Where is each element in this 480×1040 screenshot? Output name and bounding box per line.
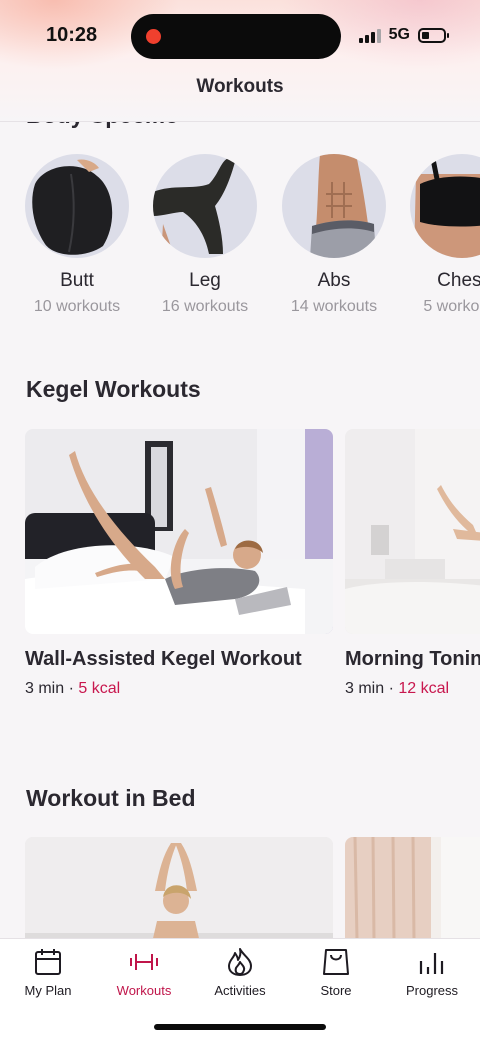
tab-workouts[interactable]: Workouts (96, 947, 192, 998)
status-indicators: 5G (358, 26, 449, 44)
body-count: 10 workouts (33, 298, 121, 315)
workout-title: Wall-Assisted Kegel Workout (25, 648, 302, 670)
body-name: Abs (317, 270, 351, 291)
leg-image (153, 154, 257, 258)
cellular-signal-icon (358, 28, 381, 43)
network-type: 5G (388, 26, 410, 43)
bed-section-title: Workout in Bed (26, 785, 196, 811)
bar-chart-icon (419, 953, 444, 974)
workout-card-wall-assisted-kegel[interactable]: Wall-Assisted Kegel Workout 3 min · 5 kc… (25, 429, 333, 698)
flame-icon (228, 948, 252, 976)
workout-duration: 3 min (345, 680, 385, 697)
workouts-scroll-content[interactable]: Body Specific Butt 10 workouts (0, 0, 480, 1040)
workout-duration: 3 min (25, 680, 65, 697)
status-time: 10:28 (46, 24, 98, 46)
tab-progress[interactable]: Progress (384, 947, 480, 998)
workout-thumbnail (25, 429, 333, 634)
top-header: 10:28 5G Workouts (0, 0, 480, 122)
tab-store[interactable]: Store (288, 947, 384, 998)
chest-image (410, 154, 480, 258)
workout-card-morning-toning[interactable]: Morning Toning 3 min · 12 kcal (345, 429, 480, 698)
body-count: 5 workouts (423, 298, 480, 315)
body-name: Leg (189, 270, 221, 291)
body-name: Chest (437, 270, 480, 291)
body-specific-carousel[interactable]: Butt 10 workouts Leg 16 workouts Abs 14 … (0, 154, 480, 324)
body-card-chest[interactable]: Chest 5 workouts (410, 154, 480, 316)
body-card-leg[interactable]: Leg 16 workouts (153, 154, 257, 316)
body-count: 14 workouts (290, 298, 378, 315)
meta-separator: · (64, 680, 79, 697)
butt-image (25, 154, 129, 258)
workout-meta: 3 min · 5 kcal (25, 680, 333, 698)
recording-indicator-icon (146, 29, 161, 44)
workout-thumbnail (345, 429, 480, 634)
kegel-section-title: Kegel Workouts (26, 376, 201, 402)
battery-icon (418, 27, 449, 43)
tab-activities[interactable]: Activities (192, 947, 288, 998)
dumbbell-icon (130, 954, 158, 970)
body-count: 16 workouts (161, 298, 249, 315)
tab-my-plan[interactable]: My Plan (0, 947, 96, 998)
workout-kcal: 5 kcal (78, 680, 121, 697)
abs-image (282, 154, 386, 258)
page-title: Workouts (196, 76, 284, 97)
shopping-bag-icon (323, 949, 349, 975)
workout-title: Morning Toning (345, 648, 480, 670)
calendar-icon (35, 949, 61, 975)
workout-kcal: 12 kcal (398, 680, 450, 697)
tab-label: Workouts (116, 983, 172, 998)
home-indicator (154, 1024, 326, 1030)
body-card-butt[interactable]: Butt 10 workouts (25, 154, 129, 316)
dynamic-island (131, 14, 341, 59)
workout-meta: 3 min · 12 kcal (345, 680, 480, 698)
tab-label: My Plan (24, 983, 72, 998)
body-card-abs[interactable]: Abs 14 workouts (282, 154, 386, 316)
body-name: Butt (60, 270, 94, 291)
tab-label: Store (320, 983, 352, 998)
meta-separator: · (384, 680, 399, 697)
tab-label: Progress (405, 983, 459, 998)
tab-label: Activities (214, 983, 266, 998)
